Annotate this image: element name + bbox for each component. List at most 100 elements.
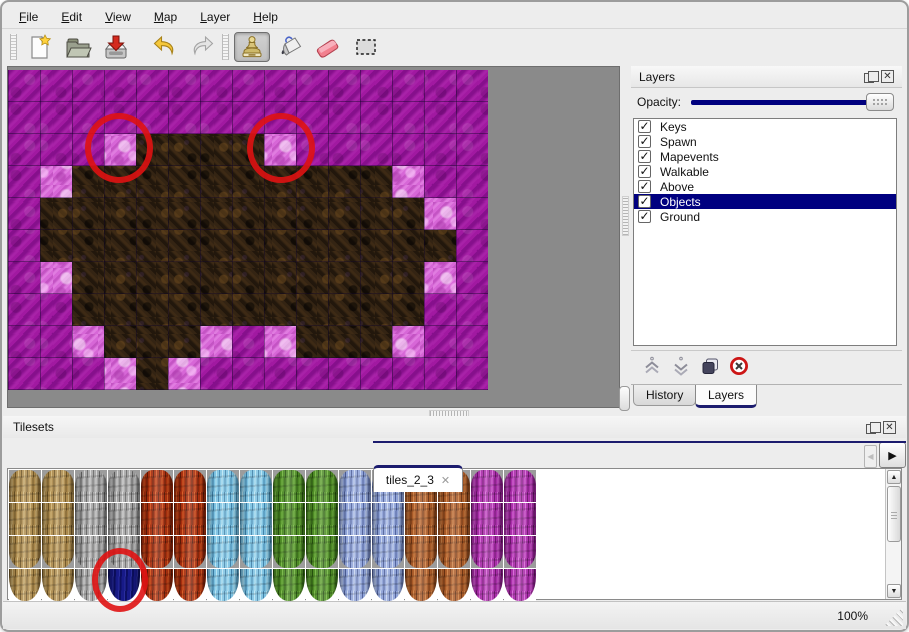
map-tile-purple-ground-tile[interactable]	[424, 358, 456, 390]
tileset-tile-sky-blue[interactable]	[207, 536, 239, 568]
layer-row-objects[interactable]: ✓Objects	[634, 194, 896, 209]
tileset-tile-green[interactable]	[306, 536, 338, 568]
map-tile-brown-object-tile[interactable]	[72, 230, 104, 262]
map-tile-purple-ground-tile[interactable]	[40, 358, 72, 390]
map-canvas-panel[interactable]	[7, 66, 620, 408]
layer-visibility-checkbox[interactable]: ✓	[638, 195, 651, 208]
map-tile-purple-ground-tile[interactable]	[456, 262, 488, 294]
map-tile-brown-object-tile[interactable]	[328, 166, 360, 198]
menu-help[interactable]: Help	[246, 7, 285, 27]
map-tile-purple-ground-tile[interactable]	[8, 102, 40, 134]
map-tile-brown-object-tile[interactable]	[72, 198, 104, 230]
map-tile-pink-highlight-tile[interactable]	[40, 262, 72, 294]
tileset-tile-tan[interactable]	[9, 569, 41, 601]
map-tile-purple-ground-tile[interactable]	[392, 134, 424, 166]
map-tile-purple-ground-tile[interactable]	[424, 294, 456, 326]
map-tile-brown-object-tile[interactable]	[360, 230, 392, 262]
tileset-tile-magenta[interactable]	[504, 470, 536, 502]
map-tile-purple-ground-tile[interactable]	[136, 70, 168, 102]
tileset-tile-magenta[interactable]	[471, 503, 503, 535]
tileset-tile-green[interactable]	[306, 569, 338, 601]
map-tile-purple-ground-tile[interactable]	[456, 102, 488, 134]
map-tile-brown-object-tile[interactable]	[360, 326, 392, 358]
map-tile-purple-ground-tile[interactable]	[392, 358, 424, 390]
dock-tab-layers[interactable]: Layers	[695, 385, 757, 408]
map-tile-pink-highlight-tile[interactable]	[104, 134, 136, 166]
map-tile-brown-object-tile[interactable]	[392, 230, 424, 262]
tileset-tile-sky-blue[interactable]	[240, 470, 272, 502]
map-tile-pink-highlight-tile[interactable]	[392, 166, 424, 198]
tileset-tile-green[interactable]	[273, 536, 305, 568]
stamp-tool-button[interactable]	[234, 32, 270, 62]
tileset-tile-periwinkle[interactable]	[339, 503, 371, 535]
tileset-tile-red[interactable]	[141, 536, 173, 568]
redo-button[interactable]	[184, 32, 220, 62]
map-tile-brown-object-tile[interactable]	[296, 230, 328, 262]
map-tile-pink-highlight-tile[interactable]	[72, 326, 104, 358]
map-tile-brown-object-tile[interactable]	[168, 294, 200, 326]
map-tile-purple-ground-tile[interactable]	[232, 70, 264, 102]
tileset-tile-sky-blue[interactable]	[207, 569, 239, 601]
map-tile-purple-ground-tile[interactable]	[456, 198, 488, 230]
undo-button[interactable]	[146, 32, 182, 62]
map-tile-purple-ground-tile[interactable]	[328, 102, 360, 134]
map-tile-purple-ground-tile[interactable]	[40, 294, 72, 326]
map-tile-purple-ground-tile[interactable]	[456, 230, 488, 262]
map-tile-purple-ground-tile[interactable]	[456, 134, 488, 166]
map-tile-brown-object-tile[interactable]	[360, 262, 392, 294]
tileset-tile-red[interactable]	[141, 503, 173, 535]
tileset-tile-magenta[interactable]	[504, 503, 536, 535]
map-tile-pink-highlight-tile[interactable]	[200, 326, 232, 358]
map-tile-brown-object-tile[interactable]	[200, 294, 232, 326]
map-tile-brown-object-tile[interactable]	[104, 326, 136, 358]
tileset-tile-sky-blue[interactable]	[240, 536, 272, 568]
tileset-tile-gray[interactable]	[75, 569, 107, 601]
map-tile-brown-object-tile[interactable]	[40, 198, 72, 230]
map-tile-brown-object-tile[interactable]	[232, 134, 264, 166]
map-tile-brown-object-tile[interactable]	[328, 294, 360, 326]
map-tile-pink-highlight-tile[interactable]	[40, 166, 72, 198]
map-tile-brown-object-tile[interactable]	[72, 262, 104, 294]
new-file-button[interactable]	[22, 32, 58, 62]
map-tile-purple-ground-tile[interactable]	[200, 358, 232, 390]
toolbar-drag-handle[interactable]	[222, 34, 229, 60]
map-tile-purple-ground-tile[interactable]	[136, 102, 168, 134]
map-tile-brown-object-tile[interactable]	[40, 230, 72, 262]
map-tile-purple-ground-tile[interactable]	[424, 134, 456, 166]
map-tile-brown-object-tile[interactable]	[264, 294, 296, 326]
tileset-tile-sky-blue[interactable]	[207, 470, 239, 502]
map-tile-brown-object-tile[interactable]	[168, 230, 200, 262]
map-tile-purple-ground-tile[interactable]	[264, 70, 296, 102]
layer-row-mapevents[interactable]: ✓Mapevents	[634, 149, 896, 164]
map-tile-pink-highlight-tile[interactable]	[264, 134, 296, 166]
map-tile-purple-ground-tile[interactable]	[424, 70, 456, 102]
opacity-slider-track[interactable]	[691, 100, 888, 105]
map-tile-purple-ground-tile[interactable]	[40, 134, 72, 166]
tileset-tile-magenta[interactable]	[471, 569, 503, 601]
tileset-tile-gray[interactable]	[108, 536, 140, 568]
tileset-tile-green[interactable]	[306, 470, 338, 502]
tileset-tab-tiles_2_3[interactable]: tiles_2_3✕	[373, 465, 463, 492]
tileset-scrollbar[interactable]: ▲ ▼	[885, 469, 901, 599]
tileset-tile-tan[interactable]	[42, 569, 74, 601]
float-panel-icon[interactable]	[864, 73, 874, 83]
map-tile-purple-ground-tile[interactable]	[168, 102, 200, 134]
map-tile-brown-object-tile[interactable]	[392, 294, 424, 326]
map-tile-brown-object-tile[interactable]	[136, 166, 168, 198]
map-tile-brown-object-tile[interactable]	[232, 294, 264, 326]
map-tile-brown-object-tile[interactable]	[104, 294, 136, 326]
tileset-tile-gray[interactable]	[108, 503, 140, 535]
map-tile-brown-object-tile[interactable]	[328, 230, 360, 262]
map-tile-brown-object-tile[interactable]	[72, 294, 104, 326]
map-tile-pink-highlight-tile[interactable]	[264, 326, 296, 358]
map-tile-purple-ground-tile[interactable]	[424, 166, 456, 198]
map-tile-purple-ground-tile[interactable]	[232, 358, 264, 390]
layer-visibility-checkbox[interactable]: ✓	[638, 210, 651, 223]
tileset-tile-green[interactable]	[273, 503, 305, 535]
layer-row-walkable[interactable]: ✓Walkable	[634, 164, 896, 179]
save-file-button[interactable]	[98, 32, 134, 62]
map-tile-purple-ground-tile[interactable]	[8, 166, 40, 198]
lower-layer-button[interactable]	[668, 356, 694, 380]
map-tile-purple-ground-tile[interactable]	[200, 70, 232, 102]
map-tile-purple-ground-tile[interactable]	[424, 326, 456, 358]
